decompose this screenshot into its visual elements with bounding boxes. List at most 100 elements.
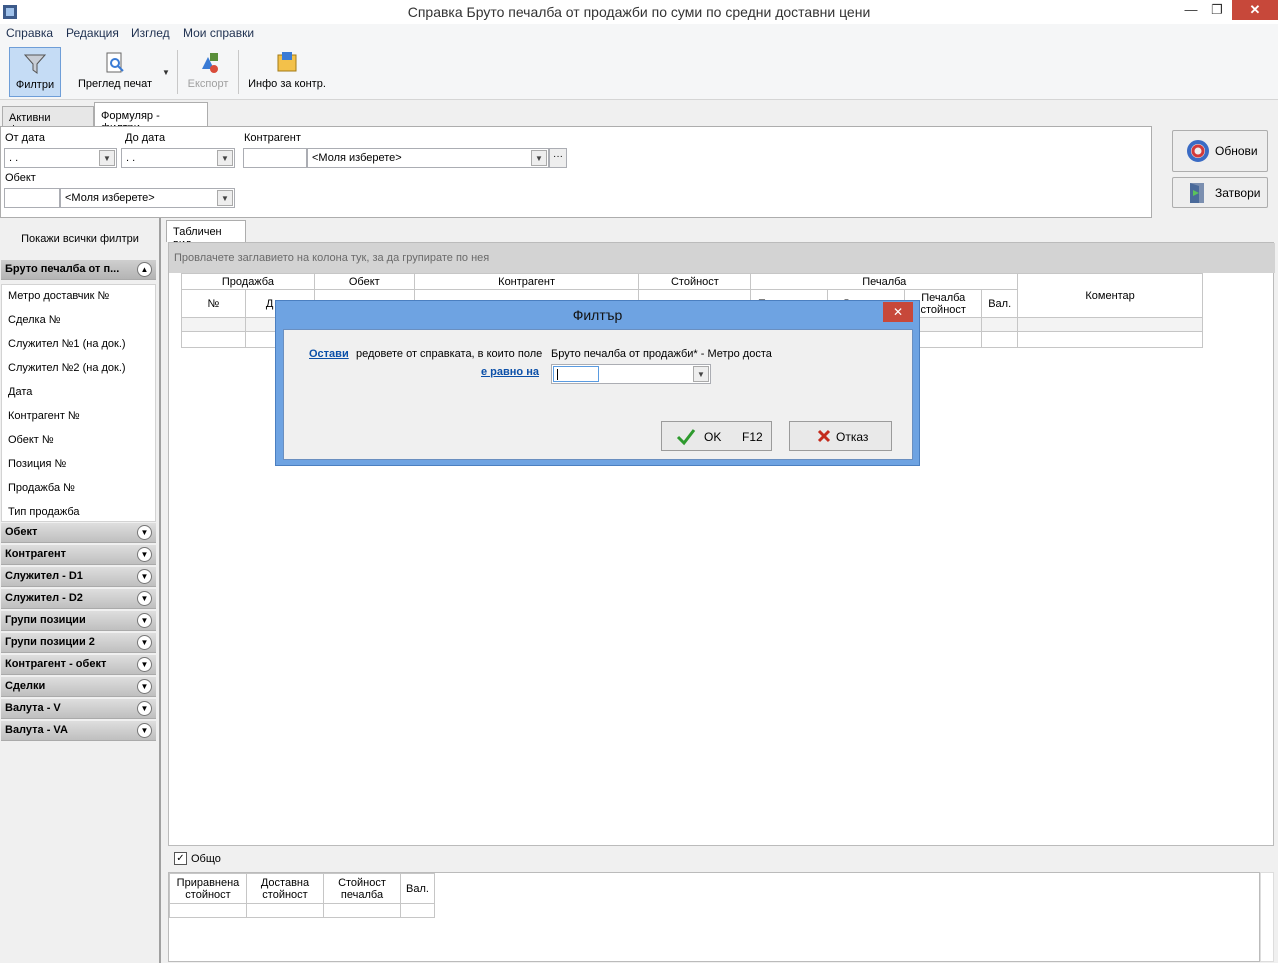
restore-button[interactable]: ❐ xyxy=(1202,0,1232,20)
header-currency[interactable]: Вал. xyxy=(981,289,1019,318)
dialog-text: редовете от справката, в които поле xyxy=(356,348,543,360)
tab-active-filters[interactable]: Активни филтри xyxy=(2,106,94,136)
filter-value-select[interactable]: ▼ xyxy=(551,364,711,384)
table-row-cell[interactable] xyxy=(981,331,1019,348)
chevron-down-icon[interactable]: ▼ xyxy=(137,569,152,584)
summary-header-currency[interactable]: Вал. xyxy=(400,873,435,904)
chevron-up-icon[interactable]: ▲ xyxy=(137,262,152,277)
chevron-down-icon[interactable]: ▼ xyxy=(137,701,152,716)
group-header[interactable]: Контрагент - обект ▼ xyxy=(1,655,156,675)
door-exit-icon xyxy=(1186,182,1208,207)
group-header[interactable]: Обект ▼ xyxy=(1,523,156,543)
filter-item[interactable]: Служител №2 (на док.) xyxy=(8,362,126,374)
chevron-down-icon[interactable]: ▼ xyxy=(137,635,152,650)
group-header[interactable]: Групи позиции 2 ▼ xyxy=(1,633,156,653)
filter-item[interactable]: Позиция № xyxy=(8,458,66,470)
group-header[interactable]: Валута - V ▼ xyxy=(1,699,156,719)
table-row-cell[interactable] xyxy=(1017,331,1203,348)
filter-item[interactable]: Метро доставчик № xyxy=(8,290,109,302)
group-header[interactable]: Валута - VA ▼ xyxy=(1,721,156,741)
ok-button[interactable]: OK F12 xyxy=(661,421,772,451)
header-object[interactable]: Обект xyxy=(313,273,415,290)
summary-grid: Приравнена стойност Доставна стойност Ст… xyxy=(168,872,1260,962)
chevron-down-icon[interactable]: ▼ xyxy=(531,150,547,166)
header-value[interactable]: Стойност xyxy=(638,273,752,290)
filter-item[interactable]: Сделка № xyxy=(8,314,61,326)
summary-cell xyxy=(169,903,247,918)
total-checkbox[interactable]: ✓ xyxy=(174,852,187,865)
filter-item[interactable]: Обект № xyxy=(8,434,54,446)
chevron-down-icon[interactable]: ▼ xyxy=(137,679,152,694)
group-label: Валута - VA xyxy=(5,724,68,736)
group-header[interactable]: Служител - D2 ▼ xyxy=(1,589,156,609)
from-date-field[interactable]: . . ▼ xyxy=(4,148,117,168)
text-cursor xyxy=(557,369,558,380)
group-label: Групи позиции 2 xyxy=(5,636,95,648)
header-no[interactable]: № xyxy=(181,289,246,318)
chevron-down-icon[interactable]: ▼ xyxy=(137,591,152,606)
summary-header-profit[interactable]: Стойност печалба xyxy=(323,873,401,904)
equals-link[interactable]: е равно на xyxy=(481,366,539,378)
filter-row-cell[interactable] xyxy=(981,317,1019,332)
chevron-down-icon[interactable]: ▼ xyxy=(217,150,233,166)
summary-cell xyxy=(400,903,435,918)
print-preview-button[interactable]: Преглед печат xyxy=(74,47,156,97)
close-window-button[interactable]: ✕ xyxy=(1232,0,1278,20)
refresh-label: Обнови xyxy=(1215,144,1258,158)
partner-browse-button[interactable]: ··· xyxy=(549,148,567,168)
info-button[interactable]: Инфо за контр. xyxy=(244,47,330,97)
show-all-filters-button[interactable]: Покажи всички филтри xyxy=(0,218,160,260)
summary-header-delivery[interactable]: Доставна стойност xyxy=(246,873,324,904)
filters-button[interactable]: Филтри xyxy=(9,47,61,97)
chevron-down-icon[interactable]: ▼ xyxy=(693,366,709,382)
header-profit[interactable]: Печалба xyxy=(750,273,1019,290)
chevron-down-icon[interactable]: ▼ xyxy=(137,613,152,628)
chevron-down-icon[interactable]: ▼ xyxy=(217,190,233,206)
partner-select[interactable]: <Моля изберете> ▼ xyxy=(307,148,549,168)
table-row-cell[interactable] xyxy=(181,331,246,348)
filter-row-cell[interactable] xyxy=(181,317,246,332)
chevron-down-icon[interactable]: ▼ xyxy=(137,525,152,540)
chevron-down-icon[interactable]: ▼ xyxy=(137,657,152,672)
dialog-close-button[interactable]: ✕ xyxy=(883,302,913,322)
tab-form-filters[interactable]: Формуляр - филтри xyxy=(94,102,208,134)
tab-table-view[interactable]: Табличен вид xyxy=(166,220,246,250)
refresh-button[interactable]: Обнови xyxy=(1172,130,1268,172)
window-title: Справка Бруто печалба от продажби по сум… xyxy=(407,4,871,20)
filter-item[interactable]: Тип продажба xyxy=(8,506,80,518)
object-select[interactable]: <Моля изберете> ▼ xyxy=(60,188,235,208)
group-header[interactable]: Групи позиции ▼ xyxy=(1,611,156,631)
header-partner[interactable]: Контрагент xyxy=(413,273,640,290)
to-date-field[interactable]: . . ▼ xyxy=(121,148,235,168)
print-dropdown-arrow-icon[interactable]: ▼ xyxy=(162,68,170,77)
filter-value-input[interactable] xyxy=(553,366,599,382)
group-header[interactable]: Контрагент ▼ xyxy=(1,545,156,565)
group-header[interactable]: Сделки ▼ xyxy=(1,677,156,697)
chevron-down-icon[interactable]: ▼ xyxy=(99,150,115,166)
object-code-input[interactable] xyxy=(4,188,60,208)
splitter[interactable] xyxy=(159,218,161,963)
object-label: Обект xyxy=(5,172,36,184)
partner-code-input[interactable] xyxy=(243,148,307,168)
menu-report[interactable]: Справка xyxy=(6,26,53,40)
header-sale[interactable]: Продажба xyxy=(181,273,315,290)
group-gross-profit[interactable]: Бруто печалба от п... ▲ xyxy=(1,260,156,280)
filter-item[interactable]: Продажба № xyxy=(8,482,75,494)
group-header[interactable]: Служител - D1 ▼ xyxy=(1,567,156,587)
cancel-button[interactable]: Отказ xyxy=(789,421,892,451)
menu-my-reports[interactable]: Мои справки xyxy=(183,26,254,40)
close-button[interactable]: Затвори xyxy=(1172,177,1268,208)
keep-link[interactable]: Остави xyxy=(309,348,349,360)
header-comment[interactable]: Коментар xyxy=(1017,273,1203,318)
filter-row-cell[interactable] xyxy=(1017,317,1203,332)
from-date-label: От дата xyxy=(5,132,45,144)
chevron-down-icon[interactable]: ▼ xyxy=(137,723,152,738)
menu-edit[interactable]: Редакция xyxy=(66,26,119,40)
summary-scrollbar[interactable] xyxy=(1260,872,1274,962)
chevron-down-icon[interactable]: ▼ xyxy=(137,547,152,562)
filter-item[interactable]: Контрагент № xyxy=(8,410,80,422)
filter-item[interactable]: Служител №1 (на док.) xyxy=(8,338,126,350)
menu-view[interactable]: Изглед xyxy=(131,26,170,40)
summary-header-equated[interactable]: Приравнена стойност xyxy=(169,873,247,904)
filter-item[interactable]: Дата xyxy=(8,386,32,398)
